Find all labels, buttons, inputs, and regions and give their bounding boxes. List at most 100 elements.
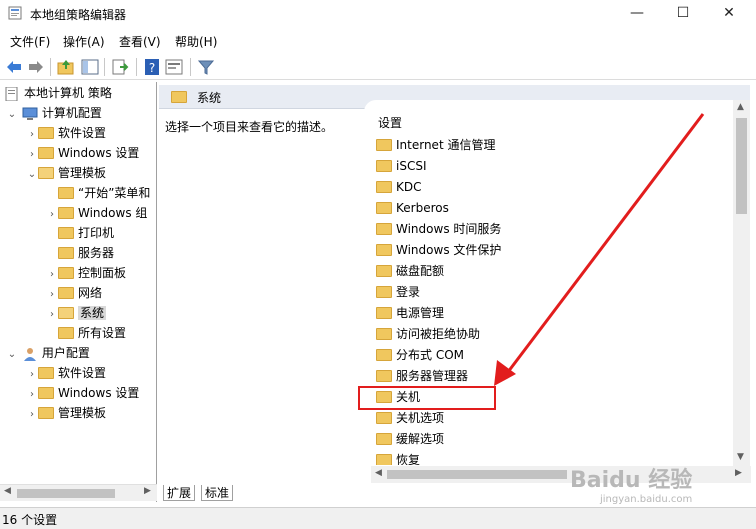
tree-cc-windows[interactable]: › Windows 设置	[26, 143, 139, 163]
tree-uc-admin[interactable]: › 管理模板	[26, 403, 106, 423]
folder-icon	[376, 306, 392, 319]
tree-user-config[interactable]: ⌄ 用户配置	[6, 343, 90, 363]
expand-chevron-icon[interactable]: ›	[46, 285, 58, 305]
tree-cc-software[interactable]: › 软件设置	[26, 123, 106, 143]
tree-label: 软件设置	[58, 366, 107, 380]
tree-network[interactable]: › 网络	[46, 283, 102, 303]
tree-uc-windows[interactable]: › Windows 设置	[26, 383, 139, 403]
open-folder-icon	[38, 166, 54, 179]
expand-chevron-icon[interactable]: ›	[46, 205, 58, 225]
computer-icon	[22, 107, 38, 120]
scrollbar-thumb[interactable]	[736, 118, 747, 214]
scroll-left-arrow-icon[interactable]: ◀	[4, 486, 11, 496]
close-button[interactable]: ✕	[706, 0, 752, 28]
back-arrow-icon[interactable]	[4, 57, 24, 77]
collapse-chevron-icon[interactable]: ⌄	[6, 105, 18, 125]
watermark-url: jingyan.baidu.com	[600, 494, 693, 505]
expand-chevron-icon[interactable]: ›	[26, 385, 38, 405]
list-item[interactable]: 磁盘配额	[376, 261, 444, 281]
scroll-left-arrow-icon[interactable]: ◀	[375, 468, 382, 478]
description-text: 选择一个项目来查看它的描述。	[165, 120, 334, 134]
open-folder-icon	[58, 306, 74, 319]
tree-cc-admin[interactable]: ⌄ 管理模板	[26, 163, 106, 183]
list-item[interactable]: 分布式 COM	[376, 345, 464, 365]
tree-label: 计算机配置	[41, 106, 102, 120]
export-list-icon[interactable]	[110, 57, 130, 77]
tree-windows-components[interactable]: › Windows 组	[46, 203, 147, 223]
tree-label: “开始”菜单和	[78, 186, 151, 200]
tree-label: 管理模板	[58, 406, 107, 420]
maximize-button[interactable]: ☐	[660, 0, 706, 28]
list-item[interactable]: 关机选项	[376, 408, 444, 428]
tree-computer-config[interactable]: ⌄ 计算机配置	[6, 103, 102, 123]
list-horizontal-scrollbar[interactable]: ◀ ▶	[371, 466, 751, 483]
collapse-chevron-icon[interactable]: ⌄	[6, 345, 18, 365]
scrollbar-thumb[interactable]	[17, 489, 115, 498]
help-icon[interactable]: ?	[142, 57, 162, 77]
show-hide-tree-icon[interactable]	[80, 57, 100, 77]
list-item[interactable]: KDC	[376, 177, 422, 197]
expand-chevron-icon[interactable]: ›	[26, 125, 38, 145]
tree-label-selected: 系统	[78, 306, 107, 320]
list-item[interactable]: Windows 时间服务	[376, 219, 501, 239]
expand-chevron-icon[interactable]: ›	[46, 305, 58, 325]
expand-chevron-icon[interactable]: ›	[26, 365, 38, 385]
tab-standard[interactable]: 标准	[201, 485, 234, 501]
details-pane: 系统 选择一个项目来查看它的描述。 设置 Internet 通信管理 iSCSI…	[159, 82, 756, 502]
list-item[interactable]: 恢复	[376, 450, 420, 465]
settings-list[interactable]: 设置 Internet 通信管理 iSCSI KDC Kerberos Wind…	[364, 100, 734, 465]
scroll-down-arrow-icon[interactable]: ▼	[737, 452, 744, 462]
folder-icon	[58, 246, 74, 259]
settings-column-header[interactable]: 设置	[378, 114, 402, 131]
scrollbar-thumb[interactable]	[387, 470, 567, 479]
folder-icon	[376, 222, 392, 235]
tree-control-panel[interactable]: › 控制面板	[46, 263, 126, 283]
list-item[interactable]: 缓解选项	[376, 429, 444, 449]
toolbar-separator	[50, 58, 51, 76]
menu-view[interactable]: 查看(V)	[119, 33, 161, 50]
scroll-up-arrow-icon[interactable]: ▲	[737, 102, 744, 112]
forward-arrow-icon[interactable]	[26, 57, 46, 77]
tree-root-label: 本地计算机 策略	[24, 86, 112, 100]
tree-root[interactable]: 本地计算机 策略	[4, 83, 112, 103]
expand-chevron-icon[interactable]: ›	[26, 145, 38, 165]
tab-extended[interactable]: 扩展	[163, 485, 196, 501]
minimize-button[interactable]: —	[614, 0, 660, 28]
expand-chevron-icon[interactable]: ›	[46, 265, 58, 285]
list-item[interactable]: 登录	[376, 282, 420, 302]
tree-uc-software[interactable]: › 软件设置	[26, 363, 106, 383]
folder-icon	[376, 348, 392, 361]
filter-icon[interactable]	[196, 57, 216, 77]
list-item[interactable]: Windows 文件保护	[376, 240, 501, 260]
properties-icon[interactable]	[164, 57, 184, 77]
menu-file[interactable]: 文件(F)	[10, 33, 50, 50]
folder-icon	[376, 159, 392, 172]
list-item[interactable]: 访问被拒绝协助	[376, 324, 480, 344]
collapse-chevron-icon[interactable]: ⌄	[26, 165, 38, 185]
tree-start-menu[interactable]: “开始”菜单和	[46, 183, 150, 203]
folder-icon	[58, 326, 74, 339]
toolbar-separator	[136, 58, 137, 76]
tree-printers[interactable]: 打印机	[46, 223, 114, 243]
folder-icon	[376, 432, 392, 445]
document-policy-icon	[5, 86, 18, 101]
list-item[interactable]: Internet 通信管理	[376, 135, 495, 155]
list-vertical-scrollbar[interactable]: ▲ ▼	[733, 100, 750, 468]
expand-chevron-icon[interactable]: ›	[26, 405, 38, 425]
scroll-right-arrow-icon[interactable]: ▶	[735, 468, 742, 478]
folder-icon	[38, 366, 54, 379]
scroll-right-arrow-icon[interactable]: ▶	[144, 486, 151, 496]
list-item[interactable]: iSCSI	[376, 156, 427, 176]
tree-system[interactable]: › 系统	[46, 303, 107, 325]
folder-icon	[376, 138, 392, 151]
list-item[interactable]: 电源管理	[376, 303, 444, 323]
tree-servers[interactable]: 服务器	[46, 243, 114, 263]
menu-help[interactable]: 帮助(H)	[175, 33, 217, 50]
list-item[interactable]: 服务器管理器	[376, 366, 468, 386]
tree-pane[interactable]: 本地计算机 策略 ⌄ 计算机配置 › 软件设置 › Windows 设置 ⌄ 管理模板…	[0, 82, 157, 502]
menu-action[interactable]: 操作(A)	[63, 33, 105, 50]
tree-horizontal-scrollbar[interactable]: ◀ ▶	[0, 484, 157, 501]
up-folder-icon[interactable]	[56, 57, 76, 77]
list-item[interactable]: Kerberos	[376, 198, 449, 218]
tree-all-settings[interactable]: 所有设置	[46, 323, 126, 343]
